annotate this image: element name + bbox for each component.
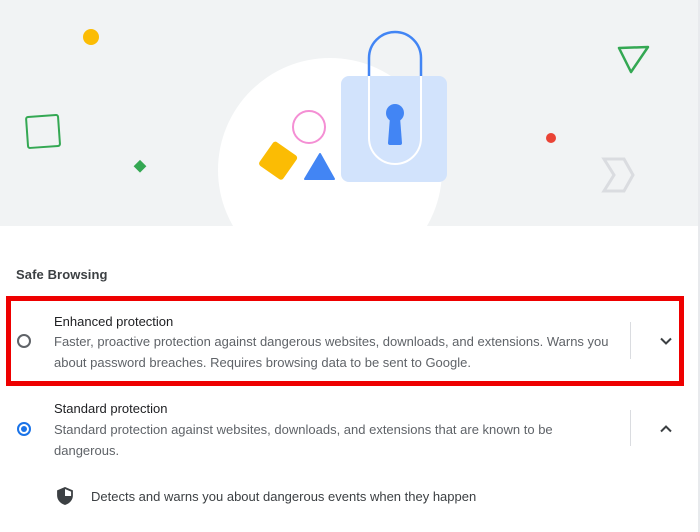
shield-icon [57,487,73,505]
hero-illustration [0,0,700,226]
option-description: Faster, proactive protection against dan… [54,334,609,370]
detail-text: Detects and warns you about dangerous ev… [91,489,477,504]
green-square-shape [25,114,61,149]
yellow-dot-shape [83,29,99,45]
divider [630,322,631,359]
option-standard-protection[interactable]: Standard protection Standard protection … [0,392,700,467]
standard-protection-radio[interactable] [17,422,31,436]
grey-hexagon-shape [601,157,635,193]
option-title: Standard protection [54,401,168,416]
standard-detail-item: Detects and warns you about dangerous ev… [0,482,700,512]
option-enhanced-protection[interactable]: Enhanced protection Faster, proactive pr… [0,300,700,392]
section-title: Safe Browsing [16,267,108,282]
safe-browsing-illustration [25,29,650,226]
green-triangle-shape [617,45,650,74]
divider [630,410,631,446]
green-diamond-shape [133,159,147,173]
option-description: Standard protection against websites, do… [54,422,553,458]
option-title: Enhanced protection [54,314,174,329]
red-dot-shape [546,133,556,143]
chevron-down-icon[interactable] [658,333,674,349]
keyhole-bottom-shape [388,117,402,145]
chevron-up-icon[interactable] [658,421,674,437]
enhanced-protection-radio[interactable] [17,334,31,348]
